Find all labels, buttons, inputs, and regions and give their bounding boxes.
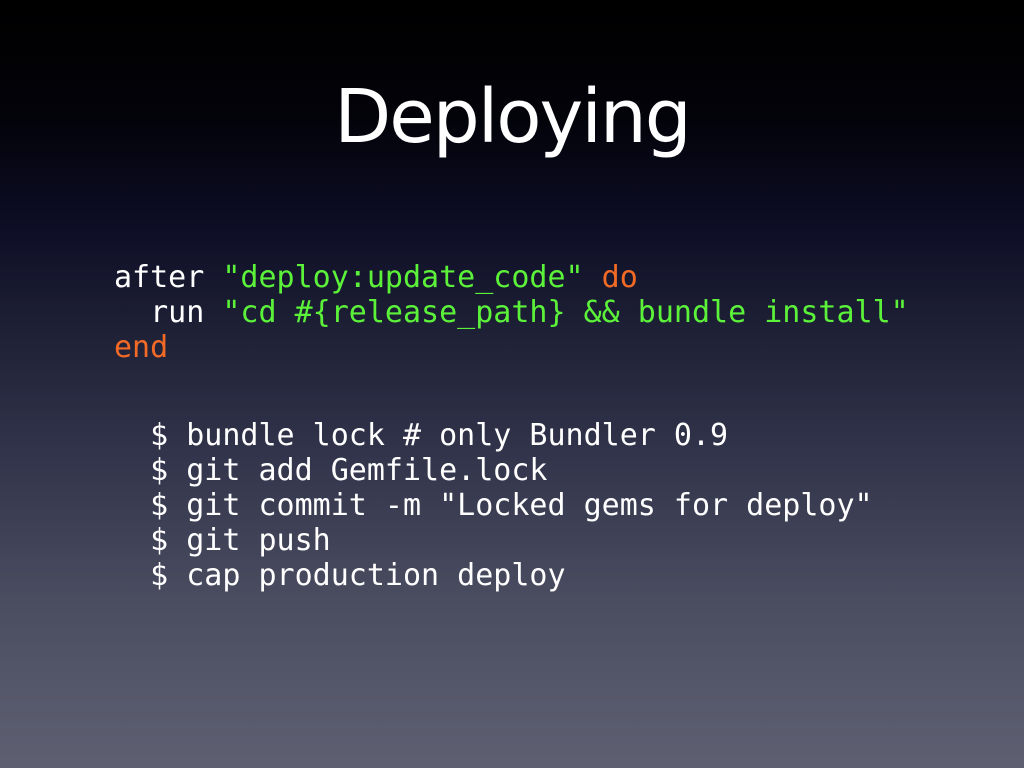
ruby-line-run: run "cd #{release_path} && bundle instal… — [114, 295, 909, 330]
shell-commands-block: $ bundle lock # only Bundler 0.9 $ git a… — [114, 418, 873, 593]
shell-command-line: $ git add Gemfile.lock — [114, 453, 873, 488]
shell-command-text: $ git commit -m "Locked gems for deploy" — [150, 488, 873, 523]
shell-command-text: $ bundle lock # only Bundler 0.9 — [150, 418, 729, 453]
ruby-line-end: end — [114, 330, 909, 365]
shell-command-line: $ cap production deploy — [114, 558, 873, 593]
command-string: "cd #{release_path} && bundle install" — [222, 295, 909, 330]
event-string: "deploy:update_code" — [222, 260, 584, 295]
ruby-line-after: after "deploy:update_code" do — [114, 260, 909, 295]
end-keyword: end — [114, 330, 169, 365]
slide-title: Deploying — [334, 74, 692, 160]
shell-command-text: $ git add Gemfile.lock — [150, 453, 548, 488]
do-keyword: do — [601, 260, 638, 295]
after-keyword: after — [114, 260, 205, 295]
shell-command-text: $ git push — [150, 523, 331, 558]
run-method: run — [150, 295, 205, 330]
shell-command-line: $ git push — [114, 523, 873, 558]
ruby-code-block: after "deploy:update_code" do run "cd #{… — [114, 260, 909, 365]
shell-command-text: $ cap production deploy — [150, 558, 566, 593]
shell-command-line: $ git commit -m "Locked gems for deploy" — [114, 488, 873, 523]
shell-command-line: $ bundle lock # only Bundler 0.9 — [114, 418, 873, 453]
